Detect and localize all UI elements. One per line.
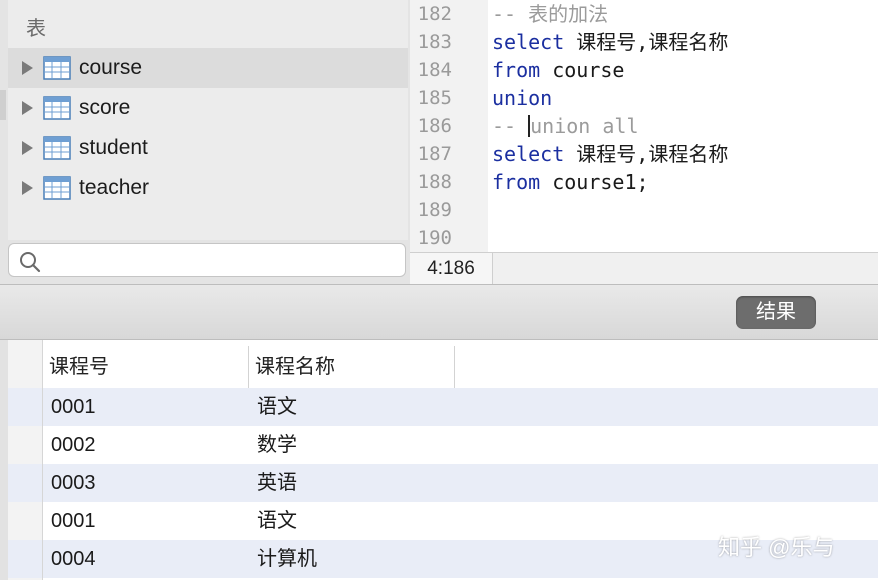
line-number: 185 [417,87,452,109]
sql-text: course [540,58,625,82]
row-header[interactable] [8,464,42,502]
code-line[interactable]: 188 from course1; [410,168,878,196]
sidebar-header: 表 [26,18,46,40]
code-line[interactable]: 185 union [410,84,878,112]
table-item-label: score [79,96,131,119]
code-line[interactable]: 183 select 课程号,课程名称 [410,28,878,56]
table-item-teacher[interactable]: teacher [8,168,408,208]
line-number: 187 [417,143,452,165]
table-icon [43,176,71,200]
code-line[interactable]: 189 [410,196,878,224]
code-line[interactable]: 187 select 课程号,课程名称 [410,140,878,168]
code-text: -- union all [492,112,639,140]
grid-left-edge [0,340,8,580]
cell-course-name[interactable]: 语文 [249,388,455,426]
sql-keyword: from [492,58,541,82]
results-toolbar: 结果 [0,284,878,340]
cursor-position: 4:186 [410,253,493,284]
line-number: 190 [417,227,452,249]
table-row[interactable]: 0002 数学 [43,426,878,464]
table-icon [43,136,71,160]
table-row[interactable]: 0001 语文 [43,388,878,426]
cell-course-id[interactable]: 0004 [43,540,249,578]
code-text: from course [492,56,624,84]
code-text: -- 表的加法 [492,0,608,28]
sql-keyword: union [492,86,553,110]
table-item-score[interactable]: score [8,88,408,128]
line-number: 182 [417,3,452,25]
table-item-course[interactable]: course [8,48,408,88]
row-header[interactable] [8,388,42,426]
code-line[interactable]: 184 from course [410,56,878,84]
cell-course-name[interactable]: 英语 [249,464,455,502]
sql-keyword: select [492,142,565,166]
code-text: select 课程号,课程名称 [492,28,728,56]
line-number: 186 [417,115,452,137]
code-text: union [492,84,552,112]
cell-course-name[interactable]: 语文 [249,502,455,540]
editor-status-bar: 4:186 [410,252,878,284]
code-text: select 课程号,课程名称 [492,140,728,168]
disclosure-triangle-icon[interactable] [22,101,33,115]
sidebar: 表 course score student teacher [0,0,410,284]
sql-comment: -- [492,114,529,138]
grid-header: 课程号 课程名称 [43,346,878,389]
sidebar-resize-handle[interactable] [0,90,6,120]
table-item-label: course [79,56,143,79]
table-icon [43,96,71,120]
cell-course-id[interactable]: 0003 [43,464,249,502]
cell-course-name[interactable]: 计算机 [249,540,455,578]
code-line[interactable]: 190 [410,224,878,252]
sql-editor[interactable]: 182 -- 表的加法 183 select 课程号,课程名称 184 from cour… [410,0,878,252]
cell-course-name[interactable]: 数学 [249,426,455,464]
sql-keyword: from [492,170,541,194]
sql-text: 课程号,课程名称 [564,30,729,54]
line-number: 188 [417,171,452,193]
sql-comment: union all [530,114,639,138]
table-item-label: teacher [79,176,150,199]
table-item-label: student [79,136,148,159]
disclosure-triangle-icon[interactable] [22,61,33,75]
cell-course-id[interactable]: 0002 [43,426,249,464]
line-number: 184 [417,59,452,81]
row-header[interactable] [8,540,42,578]
disclosure-triangle-icon[interactable] [22,141,33,155]
table-icon [43,56,71,80]
line-number: 183 [417,31,452,53]
cell-course-id[interactable]: 0001 [43,502,249,540]
column-header-course-name[interactable]: 课程名称 [249,346,455,388]
results-button[interactable]: 结果 [736,296,816,329]
cell-course-id[interactable]: 0001 [43,388,249,426]
column-header-course-id[interactable]: 课程号 [43,346,249,388]
code-text: from course1; [492,168,649,196]
sql-text: course1; [540,170,649,194]
line-number: 189 [417,199,452,221]
search-field[interactable] [8,243,406,277]
disclosure-triangle-icon[interactable] [22,181,33,195]
sql-keyword: select [492,30,565,54]
watermark: 知乎 @乐与 [718,535,835,560]
search-icon [20,252,41,273]
table-item-student[interactable]: student [8,128,408,168]
code-line[interactable]: 182 -- 表的加法 [410,0,878,28]
table-row[interactable]: 0003 英语 [43,464,878,502]
sql-comment: -- 表的加法 [492,2,609,26]
code-line[interactable]: 186 -- union all [410,112,878,140]
sql-text: 课程号,课程名称 [564,142,729,166]
